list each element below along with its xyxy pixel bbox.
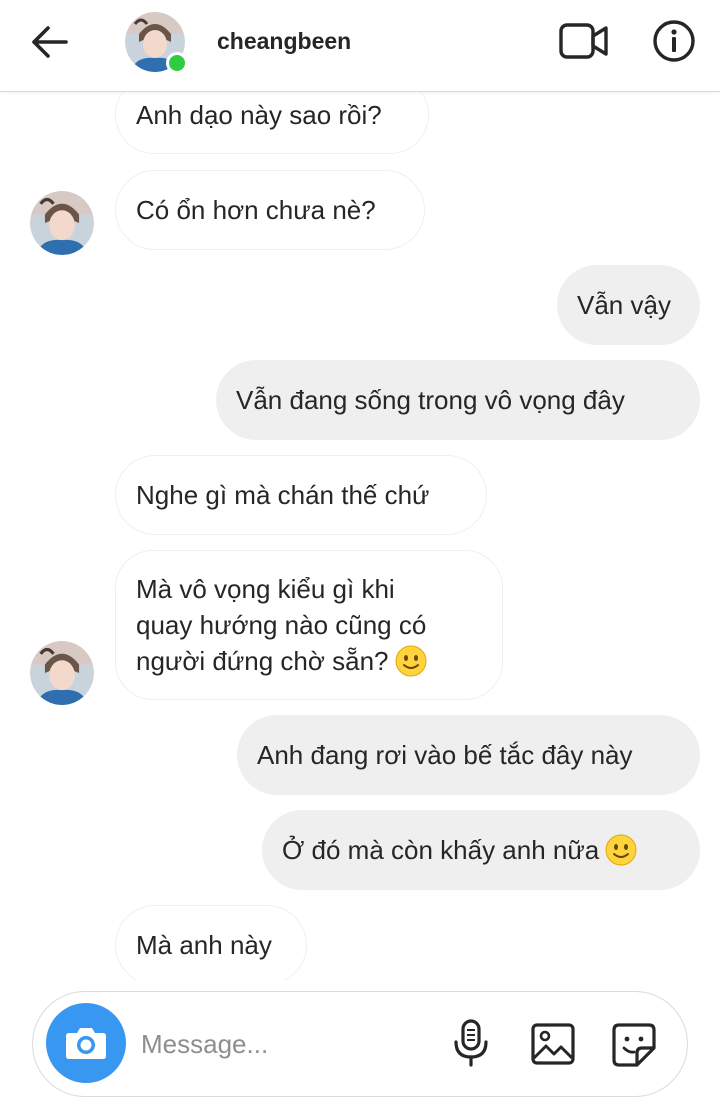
- video-camera-icon[interactable]: [558, 20, 610, 62]
- sticker-icon[interactable]: [611, 1022, 657, 1068]
- info-circle-icon[interactable]: [652, 19, 696, 63]
- online-status-dot: [166, 52, 188, 74]
- incoming-message[interactable]: Anh dạo này sao rồi?: [115, 92, 429, 154]
- message-text: Vẫn vậy: [577, 290, 671, 320]
- message-line: quay hướng nào cũng có: [136, 607, 426, 643]
- dm-screen: cheangbeen Anh dạo này sao rồi? Có ổn hơ…: [0, 0, 720, 1112]
- incoming-message[interactable]: Nghe gì mà chán thế chứ: [115, 455, 487, 535]
- back-arrow-icon[interactable]: [28, 22, 72, 62]
- incoming-message[interactable]: Có ổn hơn chưa nè?: [115, 170, 425, 250]
- message-text: Ở đó mà còn khấy anh nữa: [282, 835, 600, 865]
- outgoing-message[interactable]: Ở đó mà còn khấy anh nữa: [262, 810, 700, 890]
- avatar: [30, 191, 94, 255]
- microphone-icon[interactable]: [451, 1018, 491, 1068]
- camera-icon: [66, 1028, 106, 1059]
- sender-avatar[interactable]: [30, 641, 94, 705]
- message-text: Mà anh này: [136, 930, 272, 960]
- message-line-text: quay hướng nào cũng có: [136, 610, 427, 640]
- conversation-header: cheangbeen: [0, 0, 720, 92]
- incoming-message[interactable]: Mà anh này: [115, 905, 307, 980]
- incoming-message[interactable]: Mà vô vọng kiểu gì khi quay hướng nào cũ…: [115, 550, 503, 700]
- message-text: Có ổn hơn chưa nè?: [136, 195, 376, 225]
- sender-avatar[interactable]: [30, 191, 94, 255]
- message-text: Anh đang rơi vào bế tắc đây này: [257, 740, 633, 770]
- slightly-smiling-face-emoji: [395, 645, 426, 677]
- message-line-text: người đứng chờ sẵn?: [136, 646, 389, 676]
- message-text: Nghe gì mà chán thế chứ: [136, 480, 430, 510]
- outgoing-message[interactable]: Anh đang rơi vào bế tắc đây này: [237, 715, 700, 795]
- outgoing-message[interactable]: Vẫn đang sống trong vô vọng đây: [216, 360, 700, 440]
- message-line: người đứng chờ sẵn?: [136, 643, 427, 679]
- message-text: Anh dạo này sao rồi?: [136, 100, 382, 130]
- slightly-smiling-face-emoji: [605, 834, 637, 866]
- message-thread[interactable]: Anh dạo này sao rồi? Có ổn hơn chưa nè?: [0, 92, 720, 980]
- contact-username[interactable]: cheangbeen: [217, 28, 351, 55]
- message-composer: [32, 991, 688, 1097]
- outgoing-message[interactable]: Vẫn vậy: [557, 265, 700, 345]
- image-gallery-icon[interactable]: [530, 1022, 576, 1066]
- avatar: [30, 641, 94, 705]
- message-input[interactable]: [141, 1022, 441, 1066]
- contact-avatar[interactable]: [125, 12, 188, 74]
- message-text: Vẫn đang sống trong vô vọng đây: [236, 385, 625, 415]
- camera-button[interactable]: [46, 1003, 126, 1083]
- message-line: Mà vô vọng kiểu gì khi: [136, 574, 395, 604]
